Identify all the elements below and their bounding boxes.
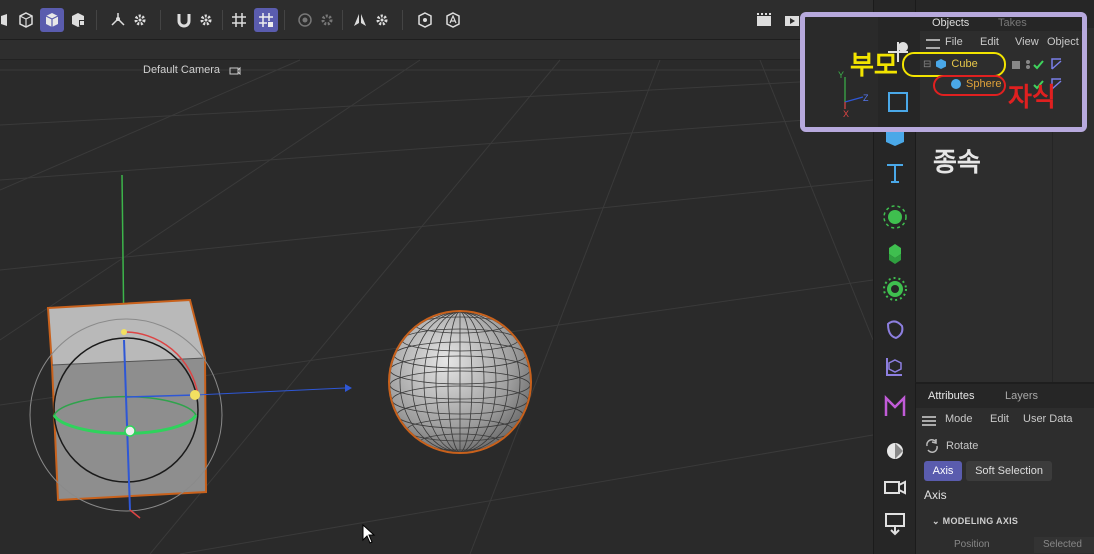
camera-label[interactable]: Default Camera [143,64,220,76]
gear-icon[interactable] [194,8,218,32]
subordinate-label: 종속 [933,148,981,178]
menu-view[interactable]: View [1015,36,1039,48]
tab-attributes[interactable]: Attributes [928,390,974,402]
attributes-menubar: Mode Edit User Data [916,412,1094,430]
symmetry-icon[interactable] [348,8,372,32]
axis-y-label: Y [838,70,845,80]
menu-user-data[interactable]: User Data [1023,413,1073,425]
rotate-icon [926,439,938,453]
snap-magnet-icon[interactable] [172,8,196,32]
section-title: Axis [924,488,947,502]
tool-title: Rotate [924,438,978,454]
null-object-icon[interactable] [880,352,910,382]
spline-icon[interactable] [880,392,910,422]
floor-object-icon[interactable] [880,508,910,538]
child-highlight [933,75,1006,96]
menu-icon[interactable] [922,416,936,426]
position-dropdown[interactable]: Selected [1034,537,1094,553]
parent-label: 부모 [850,51,898,81]
view-settings-icon[interactable] [413,8,437,32]
object-mode-icon[interactable] [14,8,38,32]
viewport-scene [0,59,873,554]
axis-z-label: Z [863,93,869,103]
parent-highlight [902,52,1006,77]
menu-mode[interactable]: Mode [945,413,973,425]
quantize-icon[interactable] [254,8,278,32]
tab-objects-zoom[interactable]: Objects [932,17,969,29]
attributes-manager: Attributes Layers Mode Edit User Data Ro… [915,382,1094,554]
child-label: 자식 [1008,83,1056,113]
sphere-object [388,310,532,454]
mouse-cursor-icon [362,524,376,544]
axis-mode-icon[interactable] [106,8,130,32]
menu-icon[interactable] [926,39,940,49]
cube-primitive-icon[interactable] [885,89,911,115]
menu-object[interactable]: Object [1047,36,1079,48]
camera-object-icon[interactable] [880,472,910,502]
field-icon[interactable] [880,314,910,344]
light-icon[interactable] [880,436,910,466]
tab-takes-zoom[interactable]: Takes [998,17,1027,29]
tab-layers[interactable]: Layers [1005,390,1038,402]
effector-icon[interactable] [880,274,910,304]
texture-mode-icon[interactable] [66,8,90,32]
model-mode-icon[interactable] [40,8,64,32]
gear-icon[interactable] [370,8,394,32]
render-region-icon[interactable] [752,8,776,32]
chevron-down-icon: ⌄ [932,516,943,526]
attributes-tabbar: Attributes Layers [916,384,1094,408]
gear-icon[interactable] [315,8,339,32]
menu-edit[interactable]: Edit [980,36,999,48]
subtab-soft-selection[interactable]: Soft Selection [966,461,1052,481]
position-field: Position Selected [916,536,1094,554]
menu-file[interactable]: File [945,36,963,48]
annotation-overlay: Y Z X Objects Takes File Edit View Objec… [800,12,1087,132]
menu-edit[interactable]: Edit [990,413,1009,425]
3d-viewport[interactable]: Default Camera [0,40,873,554]
field-label: Position [954,539,990,550]
deformer-icon[interactable] [880,238,910,268]
tool-name: Rotate [946,440,979,452]
subtab-axis[interactable]: Axis [924,461,962,481]
group-modeling-axis[interactable]: ⌄ MODELING AXIS [932,516,1018,527]
text-tool-icon[interactable] [880,158,910,188]
camera-lock-icon[interactable] [229,65,241,75]
soft-selection-icon[interactable] [293,8,317,32]
axis-x-label: X [843,109,850,119]
main-toolbar [0,0,873,40]
mograph-cloner-icon[interactable] [880,202,910,232]
gear-icon[interactable] [128,8,152,32]
grid-snap-icon[interactable] [227,8,251,32]
attribute-icon[interactable] [441,8,465,32]
